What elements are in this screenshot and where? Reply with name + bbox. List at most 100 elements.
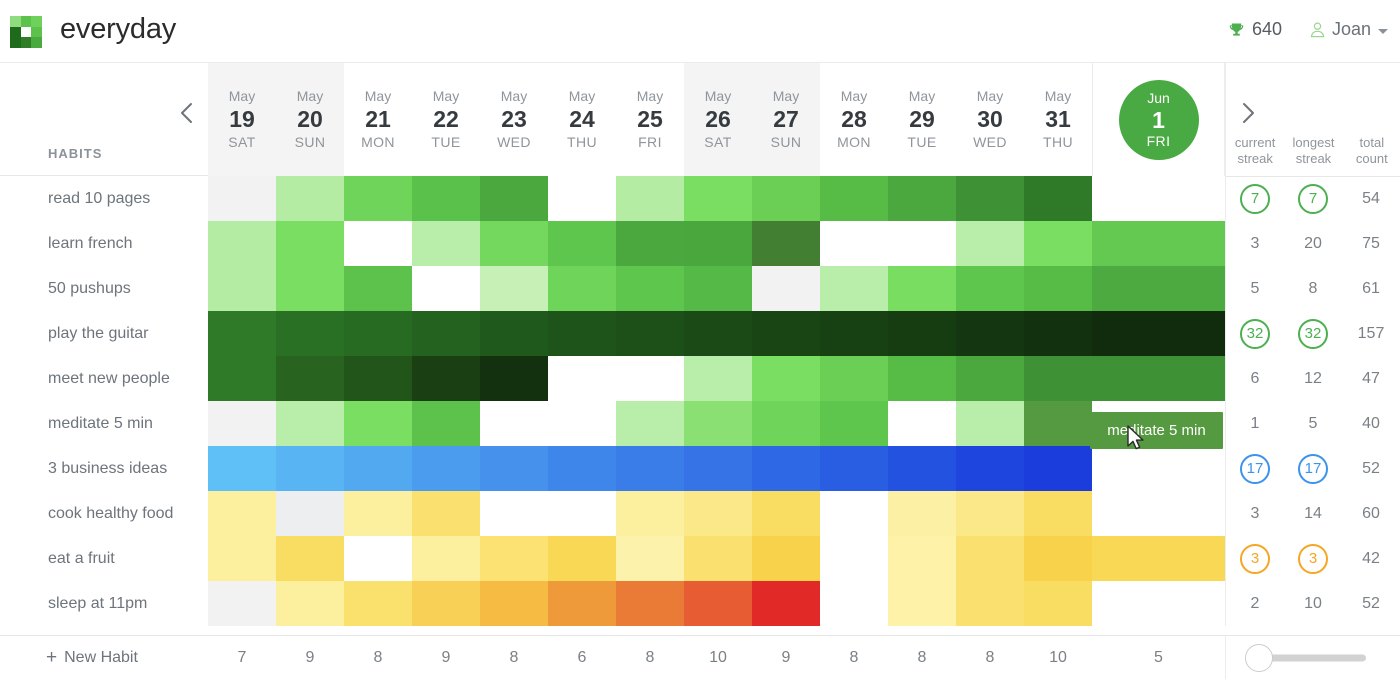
habit-cell[interactable] [616,221,684,266]
habit-cell[interactable] [344,446,412,491]
user-menu[interactable]: Joan [1310,19,1388,40]
habit-cell[interactable] [548,581,616,626]
habit-cell[interactable] [616,401,684,446]
habit-cell[interactable] [480,266,548,311]
habit-cell[interactable] [888,356,956,401]
day-column-header[interactable]: May 23 WED [480,63,548,176]
habit-cell[interactable] [548,176,616,221]
habit-cell[interactable] [208,176,276,221]
habit-cell[interactable] [412,221,480,266]
habit-cell[interactable] [1024,536,1092,581]
habit-cell[interactable] [820,581,888,626]
habit-cell[interactable] [616,536,684,581]
habit-cell[interactable] [548,446,616,491]
habit-cell[interactable] [752,581,820,626]
habit-cell[interactable] [956,491,1024,536]
habit-cell[interactable] [412,266,480,311]
habit-cell[interactable] [412,311,480,356]
habit-cell[interactable] [344,311,412,356]
habit-cell[interactable] [1092,176,1225,221]
habit-cell[interactable] [1092,221,1225,266]
habit-cell[interactable] [1024,221,1092,266]
habit-name[interactable]: meditate 5 min [0,401,208,446]
habit-cell[interactable] [208,491,276,536]
day-column-header[interactable]: May 22 TUE [412,63,480,176]
habit-cell[interactable] [412,581,480,626]
today-column-header[interactable]: Jun 1 FRI [1092,63,1225,176]
habit-cell[interactable] [208,356,276,401]
habit-cell[interactable] [684,446,752,491]
habit-cell[interactable] [276,266,344,311]
habit-cell[interactable] [480,536,548,581]
habit-cell[interactable] [1092,266,1225,311]
habit-cell[interactable] [616,356,684,401]
habit-cell[interactable] [344,536,412,581]
habit-cell[interactable] [684,266,752,311]
habit-cell[interactable] [480,491,548,536]
habit-cell[interactable] [276,536,344,581]
habit-cell[interactable] [752,221,820,266]
habit-cell[interactable] [344,266,412,311]
habit-name[interactable]: learn french [0,221,208,266]
habit-cell[interactable] [616,491,684,536]
habit-name[interactable]: 50 pushups [0,266,208,311]
habit-cell[interactable] [888,491,956,536]
logo-squares-icon[interactable] [10,16,42,48]
habit-cell[interactable] [1092,446,1225,491]
habit-name[interactable]: 3 business ideas [0,446,208,491]
habit-cell[interactable] [956,401,1024,446]
habit-name[interactable]: play the guitar [0,311,208,356]
habit-cell[interactable] [412,446,480,491]
habit-cell[interactable] [820,266,888,311]
habit-cell[interactable] [208,581,276,626]
habit-cell[interactable] [480,176,548,221]
day-column-header[interactable]: May 27 SUN [752,63,820,176]
habit-cell[interactable] [548,536,616,581]
habit-cell[interactable] [1024,491,1092,536]
habit-cell[interactable] [684,356,752,401]
habit-cell[interactable] [276,356,344,401]
slider-handle[interactable] [1245,643,1273,672]
habit-cell[interactable] [752,446,820,491]
habit-cell[interactable] [684,176,752,221]
habit-cell[interactable] [956,581,1024,626]
habit-name[interactable]: read 10 pages [0,176,208,221]
habit-cell[interactable] [276,446,344,491]
day-column-header[interactable]: May 31 THU [1024,63,1092,176]
habit-cell[interactable] [276,401,344,446]
habit-cell[interactable] [1024,266,1092,311]
habit-cell[interactable] [1092,401,1225,446]
habit-cell[interactable] [752,176,820,221]
habit-cell[interactable] [480,446,548,491]
habit-cell[interactable] [344,221,412,266]
habit-cell[interactable] [820,401,888,446]
habit-cell[interactable] [820,446,888,491]
day-column-header[interactable]: May 20 SUN [276,63,344,176]
habit-cell[interactable] [344,176,412,221]
habit-cell[interactable] [956,536,1024,581]
habit-name[interactable]: meet new people [0,356,208,401]
habit-cell[interactable] [344,356,412,401]
habit-cell[interactable] [276,491,344,536]
habit-cell[interactable] [208,401,276,446]
habit-cell[interactable] [276,311,344,356]
habit-cell[interactable] [820,176,888,221]
habit-cell[interactable] [820,221,888,266]
habit-cell[interactable] [344,581,412,626]
habit-cell[interactable] [1024,581,1092,626]
habit-cell[interactable] [1092,311,1225,356]
day-column-header[interactable]: May 25 FRI [616,63,684,176]
habit-cell[interactable] [752,491,820,536]
habit-cell[interactable] [752,401,820,446]
habit-cell[interactable] [208,266,276,311]
habit-cell[interactable] [616,266,684,311]
habit-cell[interactable] [888,176,956,221]
habit-cell[interactable] [1092,581,1225,626]
habit-cell[interactable] [888,536,956,581]
new-habit-button[interactable]: + New Habit [0,635,208,679]
habit-cell[interactable] [752,311,820,356]
habit-cell[interactable] [956,446,1024,491]
habit-cell[interactable] [480,356,548,401]
habit-cell[interactable] [684,401,752,446]
zoom-slider[interactable] [1225,635,1400,679]
